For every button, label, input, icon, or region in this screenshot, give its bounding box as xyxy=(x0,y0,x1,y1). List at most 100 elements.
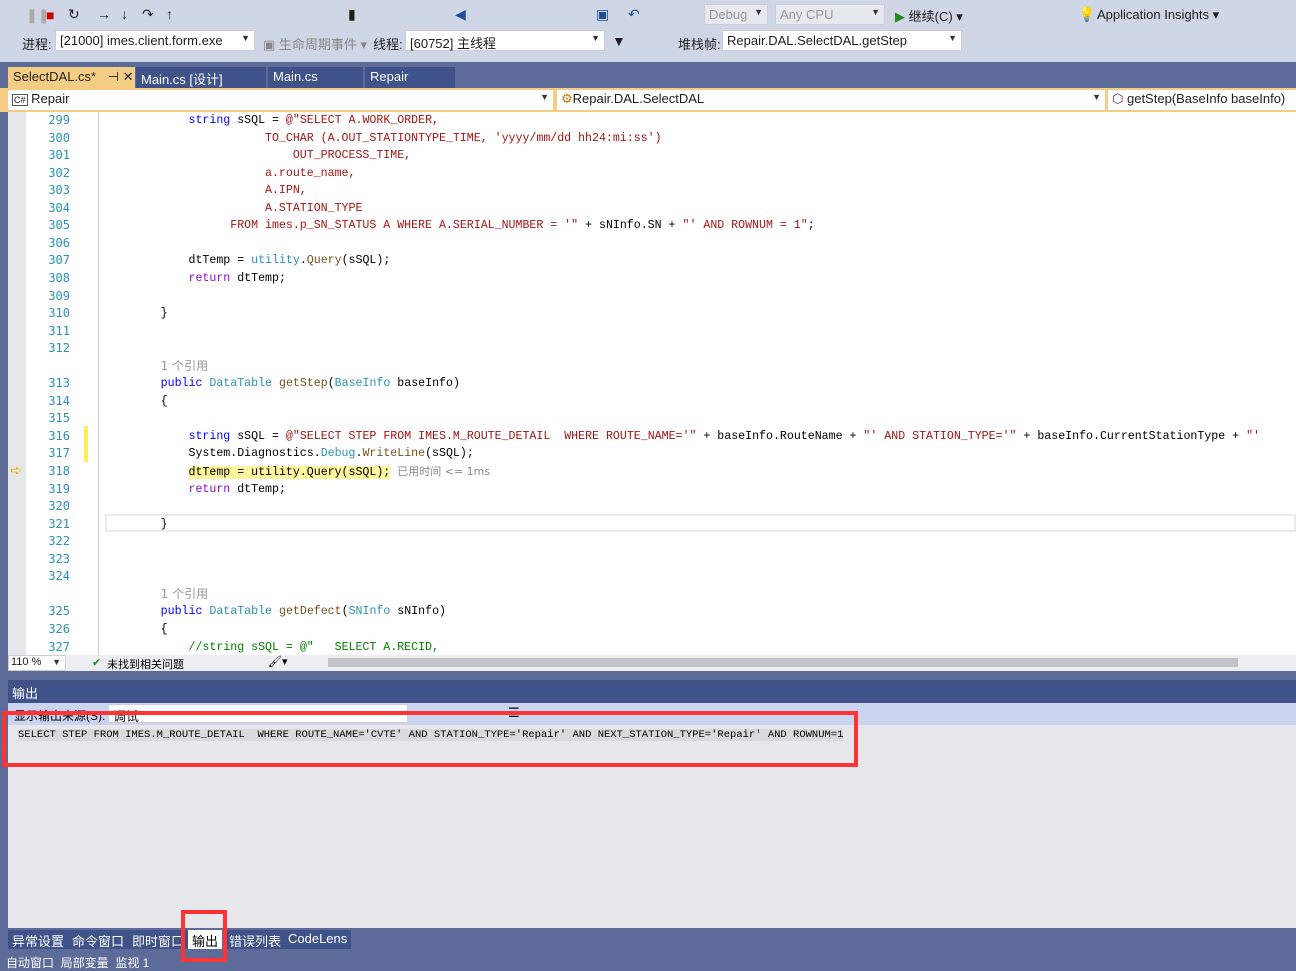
pin-icon[interactable]: ⊣ xyxy=(108,69,119,84)
issues-status[interactable]: 未找到相关问题 xyxy=(107,656,184,672)
code-line[interactable]: 1 个引用 xyxy=(105,586,208,605)
code-token: + baseInfo.RouteName + xyxy=(696,429,864,443)
member-dropdown[interactable]: ⬡ getStep(BaseInfo baseInfo) xyxy=(1108,90,1296,110)
thread-label: 线程: xyxy=(373,37,403,52)
code-line[interactable]: dtTemp = utility.Query(sSQL); xyxy=(105,252,390,270)
codelens-references[interactable]: 1 个引用 xyxy=(161,359,208,373)
zoom-value: 110 % xyxy=(11,656,42,668)
tab-selectdal[interactable]: SelectDAL.cs* ⊣ ✕ xyxy=(8,67,135,88)
code-token: dtTemp = xyxy=(105,254,252,268)
code-line[interactable]: A.IPN, xyxy=(105,182,307,200)
bookmark-icon[interactable]: ▮ xyxy=(348,6,356,22)
tab-codelens[interactable]: CodeLens xyxy=(284,930,352,949)
process-dropdown[interactable]: [21000] imes.client.form.exe ▼ xyxy=(55,30,255,51)
line-number: 308 xyxy=(48,270,70,285)
code-line[interactable]: string sSQL = @"SELECT A.WORK_ORDER, xyxy=(105,112,439,130)
thread-value: [60752] 主线程 xyxy=(410,36,496,51)
code-token: public xyxy=(160,605,203,619)
tab-immediate-window[interactable]: 即时窗口 xyxy=(128,930,189,949)
step-over-icon[interactable]: ↷ xyxy=(142,6,154,22)
method-icon: ⬡ xyxy=(1112,91,1124,106)
tab-exception-settings[interactable]: 异常设置 xyxy=(8,930,69,949)
line-number: 307 xyxy=(48,253,70,268)
code-line[interactable]: { xyxy=(105,393,168,411)
code-token: OUT_PROCESS_TIME, xyxy=(105,149,412,163)
stack-frame-dropdown[interactable]: Repair.DAL.SelectDAL.getStep ▼ xyxy=(722,30,962,51)
step-into-icon[interactable]: ↓ xyxy=(121,6,128,22)
line-number: 304 xyxy=(48,200,70,215)
code-line[interactable]: return dtTemp; xyxy=(105,481,286,499)
code-line[interactable]: System.Diagnostics.Debug.WriteLine(sSQL)… xyxy=(105,445,473,463)
close-icon[interactable]: ✕ xyxy=(123,69,134,84)
code-line[interactable]: { xyxy=(105,621,168,639)
code-token: dtTemp; xyxy=(230,482,286,496)
code-line[interactable]: a.route_name, xyxy=(105,165,355,183)
code-line[interactable]: dtTemp = utility.Query(sSQL); 已用时间 <= 1m… xyxy=(105,463,490,482)
line-number: 321 xyxy=(48,516,70,531)
code-token: return xyxy=(188,271,231,285)
line-number: 305 xyxy=(48,218,70,233)
code-line[interactable]: } xyxy=(105,305,168,323)
code-line[interactable]: string sSQL = @"SELECT STEP FROM IMES.M_… xyxy=(105,428,1260,446)
code-token: "' AND ROWNUM = 1" xyxy=(682,219,808,233)
code-token: getDefect xyxy=(278,605,342,619)
code-line[interactable]: //string sSQL = @" SELECT A.RECID, xyxy=(105,639,439,656)
tab-repair[interactable]: Repair xyxy=(365,67,455,88)
horizontal-scrollbar[interactable] xyxy=(328,658,1238,667)
line-number: 323 xyxy=(48,551,70,566)
stack-frame-label: 堆栈帧: xyxy=(678,37,721,52)
code-token: public xyxy=(160,377,203,391)
configuration-dropdown[interactable]: Debug ▼ xyxy=(704,4,768,25)
save-all-icon[interactable]: ▣ xyxy=(596,6,609,22)
editor-status-bar: 110 % ▼ ✔ 未找到相关问题 🖌▾ xyxy=(8,655,1296,671)
undo-icon[interactable]: ↶ xyxy=(628,6,640,22)
line-number: 309 xyxy=(48,288,70,303)
project-dropdown[interactable]: C# Repair ▼ xyxy=(8,90,553,110)
application-insights-button[interactable]: Application Insights ▾ xyxy=(1097,7,1219,23)
code-line[interactable]: } xyxy=(105,516,168,534)
class-value: Repair.DAL.SelectDAL xyxy=(572,91,705,106)
code-token: //string sSQL = @" xyxy=(188,640,314,654)
tab-main-design[interactable]: Main.cs [设计] xyxy=(136,67,266,88)
codelens-references[interactable]: 1 个引用 xyxy=(161,587,208,601)
code-token: } xyxy=(105,307,168,321)
code-token: } xyxy=(105,517,168,531)
code-token: baseInfo) xyxy=(390,377,460,391)
code-line[interactable]: A.STATION_TYPE xyxy=(105,200,362,218)
code-token: Query xyxy=(306,254,342,268)
code-line[interactable]: return dtTemp; xyxy=(105,270,286,288)
csharp-icon: C# xyxy=(12,94,28,106)
tab-command-window[interactable]: 命令窗口 xyxy=(68,930,129,949)
code-line[interactable]: OUT_PROCESS_TIME, xyxy=(105,147,411,165)
platform-dropdown[interactable]: Any CPU ▼ xyxy=(775,4,885,25)
line-number: 310 xyxy=(48,306,70,321)
navigate-back-icon[interactable]: ◀ xyxy=(455,6,466,22)
line-number: 299 xyxy=(48,113,70,127)
tab-main[interactable]: Main.cs xyxy=(268,67,363,88)
filter-icon[interactable]: ▼ xyxy=(612,33,626,49)
code-line[interactable]: public DataTable getDefect(SNInfo sNInfo… xyxy=(105,603,446,621)
zoom-dropdown[interactable]: 110 % ▼ xyxy=(8,655,66,671)
thread-dropdown[interactable]: [60752] 主线程 ▼ xyxy=(405,30,605,51)
code-token: ; xyxy=(807,219,815,233)
indicator-margin[interactable] xyxy=(8,112,26,655)
continue-label: 继续(C) xyxy=(908,9,953,24)
code-line[interactable]: FROM imes.p_SN_STATUS A WHERE A.SERIAL_N… xyxy=(105,217,815,235)
restart-icon[interactable]: ↻ xyxy=(68,6,80,22)
code-line[interactable]: public DataTable getStep(BaseInfo baseIn… xyxy=(105,375,460,393)
cleanup-icon[interactable]: 🖌▾ xyxy=(268,655,288,668)
code-editor[interactable]: ➪ 299 string sSQL = @"SELECT A.WORK_ORDE… xyxy=(8,112,1296,655)
code-token: A.IPN, xyxy=(105,184,307,198)
class-icon: ⚙ xyxy=(561,91,573,106)
show-next-statement-icon[interactable]: → xyxy=(97,6,111,22)
code-line[interactable]: 1 个引用 xyxy=(105,358,208,377)
continue-button[interactable]: ▶ 继续(C) ▾ xyxy=(895,6,963,25)
lifecycle-events-button[interactable]: ▣ 生命周期事件 ▾ xyxy=(263,34,367,53)
step-out-icon[interactable]: ↑ xyxy=(166,6,173,22)
class-dropdown[interactable]: ⚙Repair.DAL.SelectDAL ▼ xyxy=(557,90,1105,110)
code-line[interactable]: TO_CHAR (A.OUT_STATIONTYPE_TIME, 'yyyy/m… xyxy=(105,130,662,148)
stop-icon[interactable]: ■ xyxy=(46,7,54,23)
tab-error-list[interactable]: 错误列表 xyxy=(225,930,286,949)
